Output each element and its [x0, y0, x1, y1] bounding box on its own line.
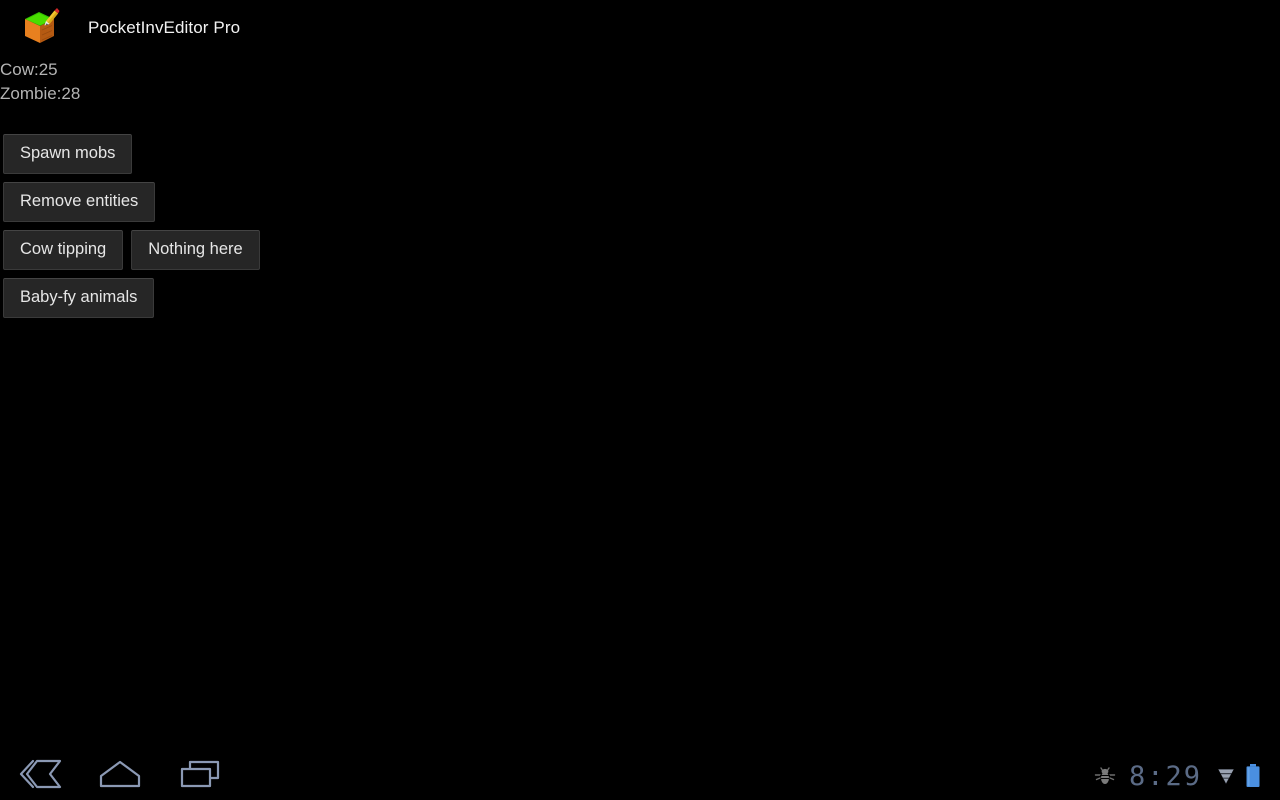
back-button[interactable]	[0, 752, 80, 800]
button-row-4: Baby-fy animals	[0, 278, 268, 318]
status-icon-group[interactable]: 8:29	[1089, 752, 1280, 800]
app-title: PocketInvEditor Pro	[88, 18, 241, 37]
wifi-signal-icon[interactable]	[1216, 764, 1236, 788]
baby-fy-animals-button[interactable]: Baby-fy animals	[3, 278, 155, 318]
nothing-here-button[interactable]: Nothing here	[131, 230, 260, 270]
cow-tipping-button[interactable]: Cow tipping	[3, 230, 124, 270]
remove-entities-button[interactable]: Remove entities	[3, 182, 156, 222]
back-icon	[17, 759, 63, 794]
system-navigation-bar: 8:29	[0, 752, 1280, 800]
usb-debug-bug-icon[interactable]	[1093, 764, 1117, 788]
button-row-3: Cow tipping Nothing here	[0, 230, 268, 270]
nav-button-group	[0, 752, 240, 800]
counter-zombie: Zombie:28	[0, 84, 81, 103]
spawn-mobs-button[interactable]: Spawn mobs	[3, 134, 133, 174]
home-icon	[97, 759, 143, 794]
button-row-1: Spawn mobs	[0, 134, 268, 174]
recents-icon	[177, 759, 223, 794]
button-row-2: Remove entities	[0, 182, 268, 222]
status-clock: 8:29	[1128, 760, 1202, 792]
grass-block-pencil-icon	[16, 5, 62, 51]
entity-counters: Cow:25 Zombie:28	[0, 58, 80, 106]
recents-button[interactable]	[160, 752, 240, 800]
home-button[interactable]	[80, 752, 160, 800]
battery-full-icon[interactable]	[1244, 763, 1262, 789]
action-button-stack: Spawn mobs Remove entities Cow tipping N…	[0, 134, 268, 326]
counter-cow: Cow:25	[0, 60, 58, 79]
app-header: PocketInvEditor Pro	[0, 0, 1280, 56]
